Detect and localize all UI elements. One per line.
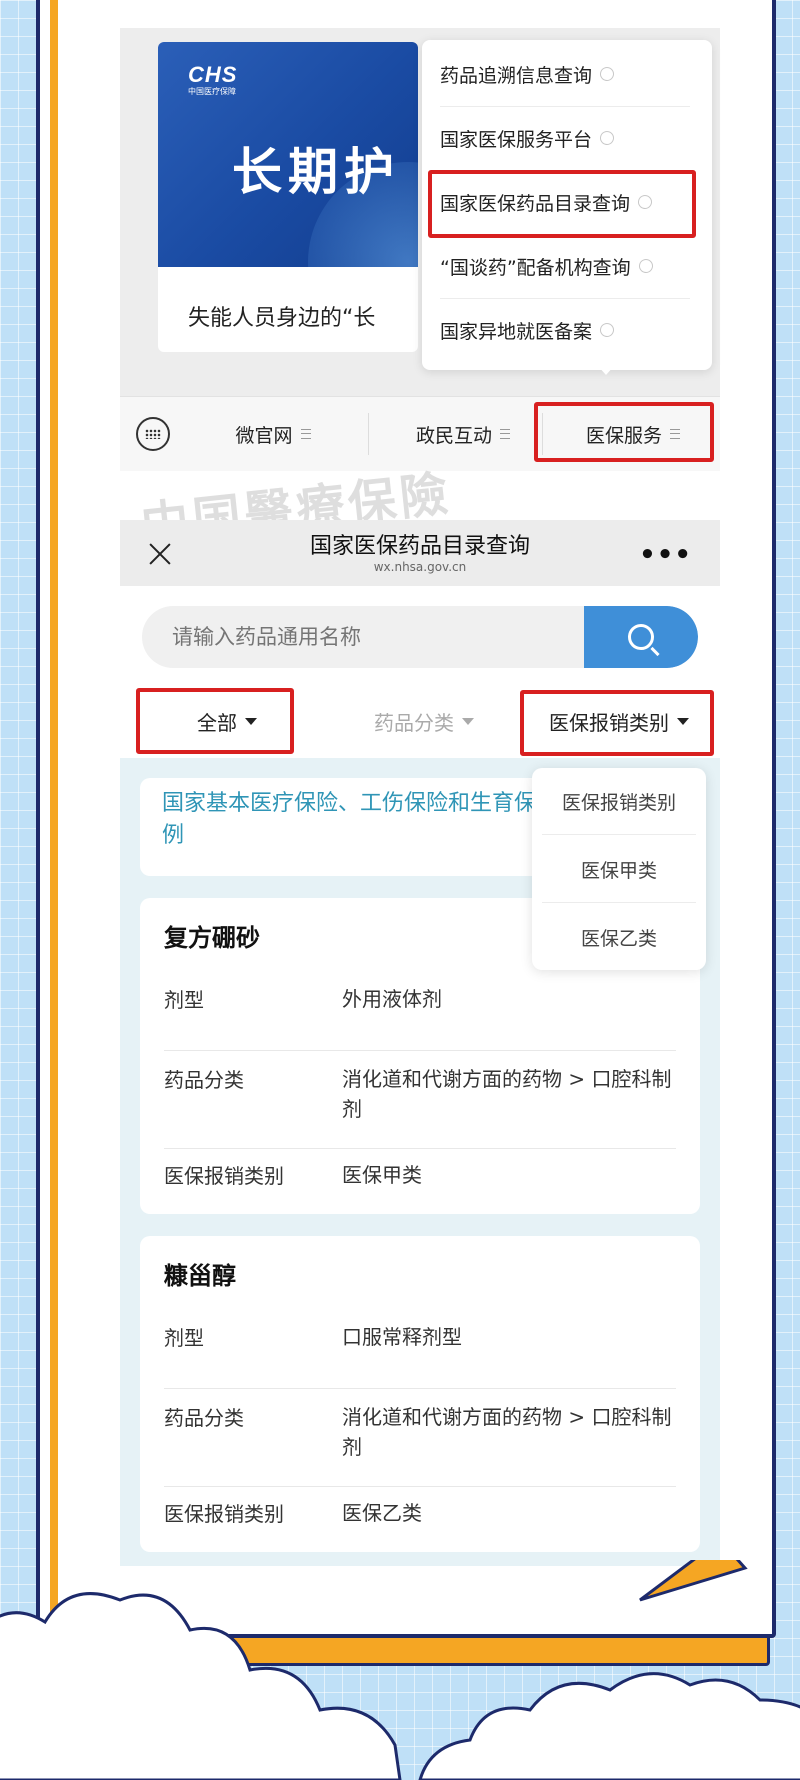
caret-down-icon	[677, 717, 689, 725]
tab-label: 政民互动	[415, 424, 492, 447]
banner-title: 长期护	[232, 143, 400, 201]
row-value: 消化道和代谢方面的药物 > 口腔科制剂	[342, 1067, 672, 1121]
filter-label: 药品分类	[374, 710, 454, 735]
caret-down-icon	[245, 717, 257, 725]
row-value: 外用液体剂	[342, 987, 442, 1011]
row-key: 药品分类	[164, 1406, 244, 1430]
row-key: 药品分类	[164, 1068, 244, 1092]
drug-row-category: 药品分类 消化道和代谢方面的药物 > 口腔科制剂	[164, 1064, 676, 1149]
logo-mark: CHS	[188, 62, 238, 87]
more-options-icon[interactable]: •••	[639, 540, 692, 570]
option-label: 医保报销类别	[561, 791, 676, 814]
filter-drug-category[interactable]: 药品分类	[324, 686, 524, 756]
filter-all[interactable]: 全部	[142, 686, 312, 756]
mini-program-header: 国家医保药品目录查询 wx.nhsa.gov.cn •••	[120, 520, 720, 586]
keyboard-icon[interactable]	[136, 417, 170, 451]
menu-lines-icon	[670, 429, 680, 439]
drug-row-reimbursement: 医保报销类别 医保乙类	[164, 1498, 676, 1538]
menu-item-label: 国家医保药品目录查询	[440, 192, 631, 215]
page-title: 国家医保药品目录查询	[309, 534, 530, 559]
menu-lines-icon	[300, 429, 311, 439]
link-icon	[597, 320, 617, 340]
menu-item-label: “国谈药”配备机构查询	[440, 256, 631, 279]
tab-medical-service[interactable]: 医保服务	[546, 397, 720, 471]
menu-lines-icon	[500, 429, 510, 439]
menu-item-drug-catalog[interactable]: 国家医保药品目录查询	[440, 170, 690, 235]
menu-item-label: 国家医保服务平台	[440, 128, 593, 151]
drug-row-category: 药品分类 消化道和代谢方面的药物 > 口腔科制剂	[164, 1402, 676, 1487]
dropdown-option-class-b[interactable]: 医保乙类	[542, 904, 696, 970]
row-key: 医保报销类别	[164, 1502, 284, 1526]
chs-logo: CHS 中国医疗保障	[188, 62, 237, 97]
article-banner: CHS 中国医疗保障 长期护	[158, 42, 418, 267]
search-icon	[628, 624, 654, 650]
divider	[368, 413, 369, 455]
tab-label: 医保服务	[585, 424, 662, 447]
filter-reimbursement-type[interactable]: 医保报销类别	[524, 686, 714, 756]
drug-name: 糠甾醇	[164, 1262, 236, 1290]
menu-item-label: 国家异地就医备案	[440, 320, 593, 343]
filter-label: 医保报销类别	[549, 710, 669, 735]
menu-item-negotiated-drug[interactable]: “国谈药”配备机构查询	[440, 234, 690, 299]
dropdown-option-class-a[interactable]: 医保甲类	[542, 836, 696, 903]
service-menu-popup: 药品追溯信息查询 国家医保服务平台 国家医保药品目录查询 “国谈药”配备机构查询…	[422, 40, 712, 375]
search-bar	[142, 606, 698, 668]
divider	[542, 413, 543, 455]
clouds-decoration	[0, 1560, 800, 1780]
menu-item-drug-traceability[interactable]: 药品追溯信息查询	[440, 42, 690, 107]
reimbursement-dropdown: 医保报销类别 医保甲类 医保乙类	[532, 768, 706, 970]
article-card[interactable]: CHS 中国医疗保障 长期护 失能人员身边的“长	[158, 42, 418, 352]
page-domain: wx.nhsa.gov.cn	[373, 560, 467, 574]
wechat-account-panel: CHS 中国医疗保障 长期护 失能人员身边的“长 药品追溯信息查询 国家医保服务…	[120, 28, 720, 471]
dropdown-option-all[interactable]: 医保报销类别	[542, 768, 696, 835]
tab-micro-site[interactable]: 微官网	[182, 397, 364, 471]
link-icon	[635, 192, 655, 212]
link-icon	[636, 256, 656, 276]
row-value: 医保乙类	[342, 1501, 422, 1525]
search-input[interactable]	[142, 606, 582, 668]
caret-down-icon	[462, 717, 474, 725]
mini-program-body: 全部 药品分类 医保报销类别 国家基本医疗保险、工伤保险和生育保险药品目录凡例 …	[120, 586, 720, 1566]
article-caption: 失能人员身边的“长	[188, 306, 376, 331]
option-label: 医保乙类	[580, 927, 657, 950]
search-button[interactable]	[584, 606, 698, 668]
filter-label: 全部	[197, 710, 237, 735]
drug-name: 复方硼砂	[164, 924, 260, 952]
drug-row-dosage-form: 剂型 口服常释剂型	[164, 1322, 676, 1389]
menu-arrow	[597, 365, 615, 375]
filter-row: 全部 药品分类 医保报销类别	[120, 686, 720, 756]
menu-item-remote-filing[interactable]: 国家异地就医备案	[440, 298, 690, 362]
drug-row-reimbursement: 医保报销类别 医保甲类	[164, 1160, 676, 1200]
drug-card[interactable]: 糠甾醇 剂型 口服常释剂型 药品分类 消化道和代谢方面的药物 > 口腔科制剂 医…	[140, 1236, 700, 1552]
row-key: 剂型	[164, 988, 204, 1012]
tab-label: 微官网	[235, 424, 293, 447]
link-icon	[597, 64, 617, 84]
drug-row-dosage-form: 剂型 外用液体剂	[164, 984, 676, 1051]
logo-subtitle: 中国医疗保障	[188, 87, 236, 96]
menu-item-label: 药品追溯信息查询	[440, 64, 593, 87]
row-value: 医保甲类	[342, 1163, 422, 1187]
row-key: 剂型	[164, 1326, 204, 1350]
menu-item-service-platform[interactable]: 国家医保服务平台	[440, 106, 690, 171]
option-label: 医保甲类	[580, 859, 657, 882]
row-key: 医保报销类别	[164, 1164, 284, 1188]
row-value: 消化道和代谢方面的药物 > 口腔科制剂	[342, 1405, 672, 1459]
link-icon	[597, 128, 617, 148]
row-value: 口服常释剂型	[342, 1325, 462, 1349]
